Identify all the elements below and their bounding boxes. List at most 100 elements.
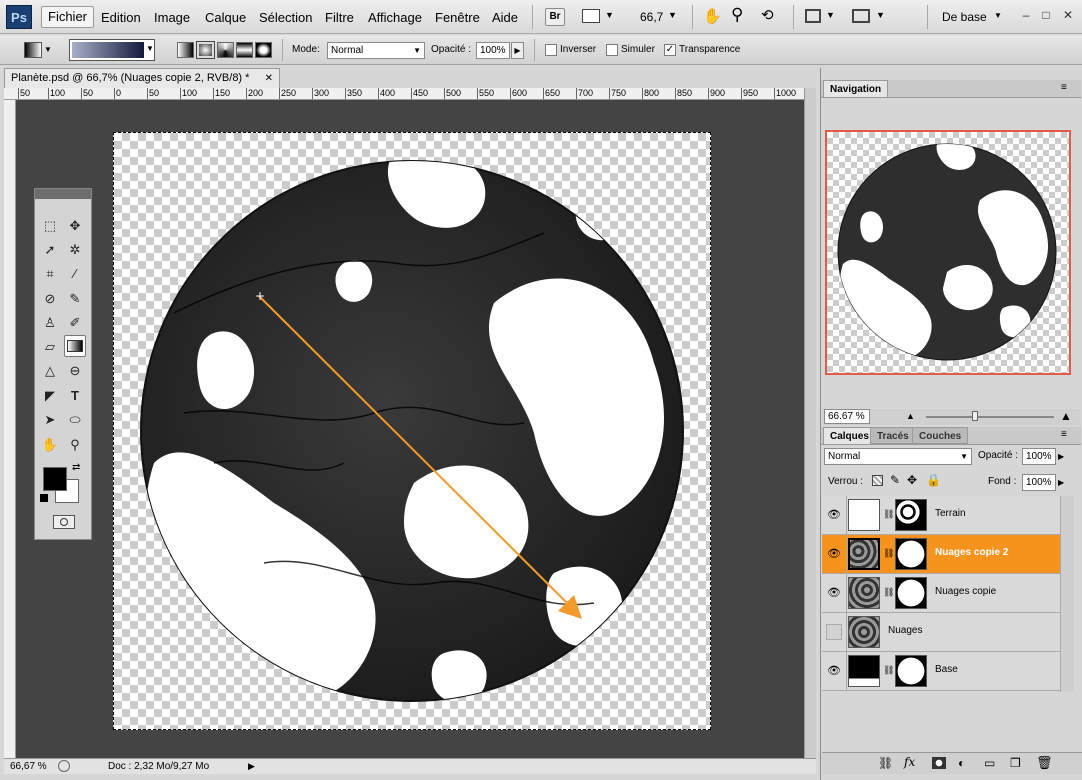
gradient-picker[interactable] bbox=[69, 39, 155, 61]
default-colors-icon[interactable] bbox=[40, 494, 48, 502]
quick-mask-icon[interactable] bbox=[53, 515, 75, 529]
new-group-icon[interactable]: ▭ bbox=[984, 756, 995, 770]
panel-menu-icon[interactable]: ≡ bbox=[1061, 82, 1067, 93]
path-selection-tool-icon[interactable]: ➤ bbox=[39, 409, 61, 431]
tool-preset-chevron-icon[interactable]: ▼ bbox=[44, 45, 52, 54]
menu-edition[interactable]: Edition bbox=[97, 9, 145, 27]
layer-row-terrain[interactable]: 👁 ⛓ Terrain bbox=[822, 496, 1060, 535]
zoom-tool-icon[interactable]: ⚲ bbox=[64, 434, 86, 456]
diamond-gradient-icon[interactable] bbox=[255, 42, 272, 58]
hand-tool-icon[interactable]: ✋ bbox=[39, 434, 61, 456]
link-layers-icon[interactable]: ⛓ bbox=[878, 756, 893, 770]
layer-row-base[interactable]: 👁 ⛓ Base bbox=[822, 652, 1060, 691]
workspace-switcher[interactable]: De base bbox=[942, 10, 987, 24]
add-mask-icon[interactable] bbox=[932, 757, 946, 769]
menu-affichage[interactable]: Affichage bbox=[364, 9, 426, 27]
healing-brush-tool-icon[interactable]: ⊘ bbox=[39, 288, 61, 310]
menu-fichier[interactable]: Fichier bbox=[41, 6, 95, 28]
visibility-eye-icon[interactable]: 👁 bbox=[826, 663, 842, 679]
layer-opacity-arrow-icon[interactable]: ▶ bbox=[1058, 452, 1064, 461]
document-canvas[interactable]: + bbox=[113, 132, 711, 730]
close-document-icon[interactable]: ✕ bbox=[265, 69, 273, 88]
fill-input[interactable]: 100% bbox=[1022, 474, 1056, 491]
status-info-icon[interactable] bbox=[58, 760, 70, 772]
visibility-eye-icon[interactable]: 👁 bbox=[826, 507, 842, 523]
zoom-status[interactable]: 66,67 % bbox=[10, 759, 47, 774]
delete-layer-icon[interactable]: 🗑 bbox=[1036, 755, 1053, 771]
zoom-in-icon[interactable]: ▲ bbox=[1060, 409, 1072, 423]
visibility-eye-icon[interactable]: 👁 bbox=[826, 546, 842, 562]
dither-checkbox[interactable] bbox=[606, 44, 618, 56]
maximize-icon[interactable]: □ bbox=[1038, 8, 1054, 22]
layer-row-nuages[interactable]: Nuages bbox=[822, 613, 1060, 652]
zoom-chevron-icon[interactable]: ▼ bbox=[668, 10, 677, 20]
layer-style-icon[interactable]: fx bbox=[904, 755, 915, 769]
layer-row-nuages-copie[interactable]: 👁 ⛓ Nuages copie bbox=[822, 574, 1060, 613]
brush-tool-icon[interactable]: ✎ bbox=[64, 288, 86, 310]
tab-couches[interactable]: Couches bbox=[912, 427, 969, 444]
fill-arrow-icon[interactable]: ▶ bbox=[1058, 478, 1064, 487]
crop-tool-icon[interactable]: ⌗ bbox=[39, 263, 61, 285]
invert-checkbox[interactable] bbox=[545, 44, 557, 56]
layer-opacity-input[interactable]: 100% bbox=[1022, 448, 1056, 465]
screen-mode-icon[interactable] bbox=[582, 9, 600, 23]
menu-calque[interactable]: Calque bbox=[201, 9, 250, 27]
lock-position-icon[interactable]: ✥ bbox=[907, 473, 917, 487]
pen-tool-icon[interactable]: ◤ bbox=[39, 385, 61, 407]
arrange-documents-icon[interactable] bbox=[805, 9, 821, 23]
visibility-eye-icon[interactable]: 👁 bbox=[826, 585, 842, 601]
blur-tool-icon[interactable]: △ bbox=[39, 360, 61, 382]
minimize-icon[interactable]: – bbox=[1018, 8, 1034, 22]
layers-panel-menu-icon[interactable]: ≡ bbox=[1061, 429, 1067, 440]
opacity-input[interactable]: 100% bbox=[476, 42, 510, 59]
toolbox-header[interactable] bbox=[35, 189, 91, 199]
tab-traces[interactable]: Tracés bbox=[870, 427, 916, 444]
eyedropper-tool-icon[interactable]: ⁄ bbox=[64, 263, 86, 285]
menu-image[interactable]: Image bbox=[150, 9, 194, 27]
menu-selection[interactable]: Sélection bbox=[255, 9, 316, 27]
transparency-checkbox[interactable]: ✓ bbox=[664, 44, 676, 56]
history-brush-tool-icon[interactable]: ✐ bbox=[64, 312, 86, 334]
reflected-gradient-icon[interactable] bbox=[236, 42, 253, 58]
radial-gradient-icon[interactable] bbox=[196, 41, 215, 59]
blend-mode-select[interactable]: Normal ▼ bbox=[824, 448, 972, 465]
screen-mode-button-icon[interactable] bbox=[852, 9, 870, 23]
close-icon[interactable]: ✕ bbox=[1060, 8, 1076, 22]
move-tool-icon[interactable]: ✥ bbox=[64, 215, 86, 237]
opacity-slider-arrow-icon[interactable]: ▶ bbox=[511, 42, 524, 59]
ellipse-tool-icon[interactable]: ⬭ bbox=[64, 409, 86, 431]
navigator-zoom-thumb[interactable] bbox=[972, 411, 978, 421]
rotate-view-icon[interactable]: ⟲ bbox=[761, 6, 774, 24]
gradient-chevron-icon[interactable]: ▼ bbox=[146, 44, 154, 53]
layers-scrollbar[interactable] bbox=[1060, 496, 1074, 692]
navigator-zoom-input[interactable]: 66.67 % bbox=[824, 409, 870, 424]
tab-calques[interactable]: Calques bbox=[823, 427, 876, 444]
vertical-scrollbar[interactable] bbox=[804, 88, 816, 758]
navigator-preview[interactable] bbox=[825, 130, 1071, 375]
bridge-button[interactable]: Br bbox=[545, 8, 565, 26]
chevron-down-icon[interactable]: ▼ bbox=[605, 10, 614, 20]
foreground-color-swatch[interactable] bbox=[43, 467, 67, 491]
menu-aide[interactable]: Aide bbox=[488, 9, 522, 27]
gradient-tool-icon[interactable] bbox=[64, 335, 86, 357]
lock-transparency-icon[interactable] bbox=[872, 475, 883, 486]
screen-mode-chevron-icon[interactable]: ▼ bbox=[876, 10, 885, 20]
zoom-tool-icon[interactable]: ⚲ bbox=[731, 5, 743, 25]
new-layer-icon[interactable]: ❐ bbox=[1010, 756, 1021, 770]
lock-pixels-icon[interactable]: ✎ bbox=[890, 473, 900, 487]
status-menu-arrow-icon[interactable]: ▶ bbox=[248, 759, 255, 774]
arrange-chevron-icon[interactable]: ▼ bbox=[826, 10, 835, 20]
tab-navigation[interactable]: Navigation bbox=[823, 80, 889, 97]
adjustment-layer-icon[interactable]: ◐ bbox=[958, 756, 965, 770]
workspace-chevron-icon[interactable]: ▼ bbox=[994, 11, 1002, 20]
zoom-level[interactable]: 66,7 bbox=[640, 10, 663, 24]
menu-filtre[interactable]: Filtre bbox=[321, 9, 358, 27]
zoom-out-icon[interactable]: ▲ bbox=[906, 411, 915, 421]
dodge-tool-icon[interactable]: ⊖ bbox=[64, 360, 86, 382]
marquee-tool-icon[interactable]: ⬚ bbox=[39, 215, 61, 237]
mode-select[interactable]: Normal ▼ bbox=[327, 42, 425, 59]
visibility-toggle-off[interactable] bbox=[826, 624, 842, 640]
tool-preset-icon[interactable] bbox=[24, 42, 42, 58]
magic-wand-tool-icon[interactable]: ✲ bbox=[64, 239, 86, 261]
type-tool-icon[interactable]: T bbox=[64, 385, 86, 407]
